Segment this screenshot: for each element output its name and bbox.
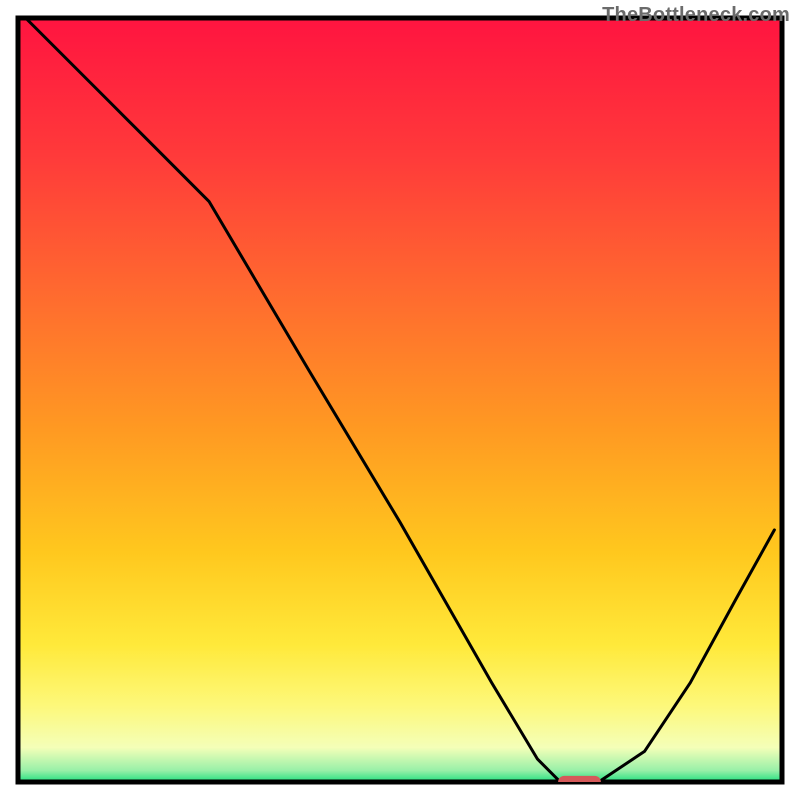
optimum-marker — [558, 776, 601, 788]
chart-stage: TheBottleneck.com — [0, 0, 800, 800]
watermark-text: TheBottleneck.com — [602, 4, 790, 27]
plot-area — [18, 18, 782, 788]
gradient-background — [18, 18, 782, 782]
bottleneck-chart — [0, 0, 800, 800]
